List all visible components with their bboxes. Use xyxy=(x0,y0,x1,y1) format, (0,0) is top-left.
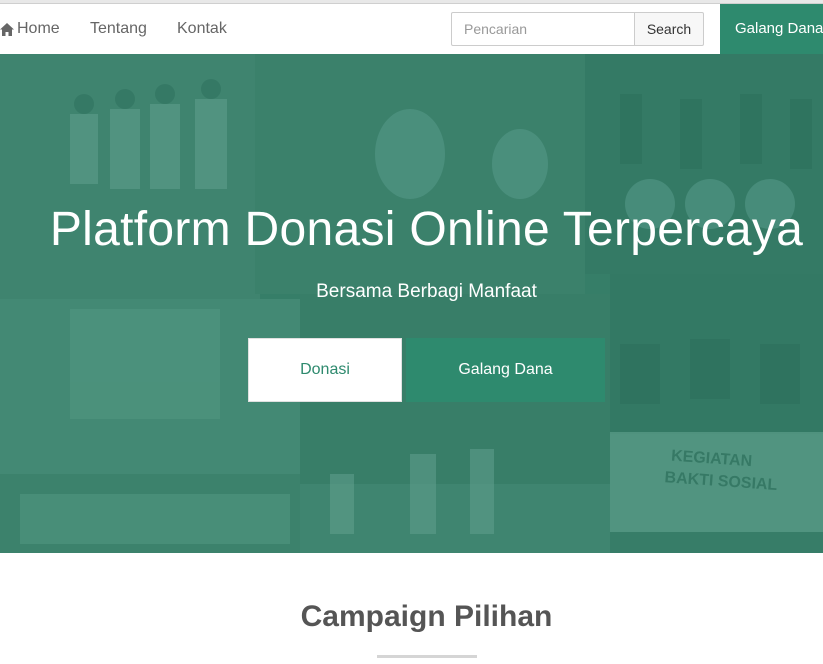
donasi-button[interactable]: Donasi xyxy=(248,338,402,402)
hero-subtitle: Bersama Berbagi Manfaat xyxy=(316,281,537,302)
nav-kontak-link[interactable]: Kontak xyxy=(177,4,227,54)
hero-overlay xyxy=(0,54,823,553)
nav-galang-dana-button[interactable]: Galang Dana xyxy=(720,4,823,54)
navbar: Home Tentang Kontak Search Galang Dana xyxy=(0,4,823,54)
galang-dana-button[interactable]: Galang Dana xyxy=(406,338,605,402)
home-icon xyxy=(0,22,14,36)
search-button[interactable]: Search xyxy=(634,12,704,46)
nav-home-link[interactable]: Home xyxy=(0,4,60,54)
nav-tentang-link[interactable]: Tentang xyxy=(90,4,147,54)
campaign-section-title: Campaign Pilihan xyxy=(300,600,553,633)
search-input[interactable] xyxy=(451,12,636,46)
nav-home-label: Home xyxy=(17,20,60,37)
section-divider xyxy=(377,655,477,658)
hero-section: KEGIATAN BAKTI SOSIAL Platform Donasi On… xyxy=(0,54,823,553)
hero-title: Platform Donasi Online Terpercaya xyxy=(49,203,804,256)
